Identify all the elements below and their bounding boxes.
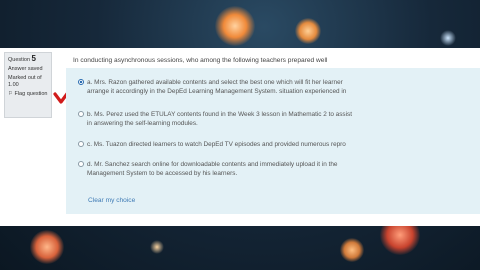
option-letter: d. xyxy=(87,161,93,168)
question-number-line: Question 5 xyxy=(8,55,48,64)
option-text: Mr. Sanchez search online for downloadab… xyxy=(94,161,338,168)
option-text: Ms. Perez used the ETULAY contents found… xyxy=(94,111,353,118)
bokeh-light xyxy=(150,240,164,254)
answer-status: Answer saved xyxy=(8,66,43,72)
question-number: 5 xyxy=(31,54,36,63)
option-text-cont: in answering the self-learning modules. xyxy=(87,120,198,127)
flag-question-label: Flag question xyxy=(14,91,48,97)
flag-question-link[interactable]: ⚐ Flag question xyxy=(8,91,48,98)
bokeh-light xyxy=(215,6,255,46)
option-letter: b. xyxy=(87,111,93,118)
question-label: Question xyxy=(8,57,31,63)
bokeh-light xyxy=(340,238,364,262)
radio-button[interactable] xyxy=(78,141,84,147)
answer-options-panel: a. Mrs. Razon gathered available content… xyxy=(66,68,480,214)
quiz-question-frame: Question 5 Answer saved Marked out of 1.… xyxy=(0,48,480,226)
question-info-box: Question 5 Answer saved Marked out of 1.… xyxy=(4,52,52,118)
bokeh-light xyxy=(440,30,456,46)
option-letter: c. xyxy=(87,141,92,148)
radio-button-selected[interactable] xyxy=(78,79,84,85)
bokeh-light xyxy=(30,230,64,264)
bokeh-light xyxy=(295,18,321,44)
flag-icon: ⚐ xyxy=(8,91,13,97)
option-text: Mrs. Razon gathered available contents a… xyxy=(94,79,343,86)
option-letter: a. xyxy=(87,79,93,86)
radio-button[interactable] xyxy=(78,161,84,167)
marks-text: Marked out of 1.00 xyxy=(8,75,42,88)
question-text: In conducting asynchronous sessions, who… xyxy=(73,57,328,64)
clear-choice-link[interactable]: Clear my choice xyxy=(88,197,135,204)
option-text: Ms. Tuazon directed learners to watch De… xyxy=(93,141,346,148)
radio-button[interactable] xyxy=(78,111,84,117)
option-text-cont: Management System to be accessed by his … xyxy=(87,170,238,177)
option-text-cont: arrange it accordingly in the DepEd Lear… xyxy=(87,88,347,95)
